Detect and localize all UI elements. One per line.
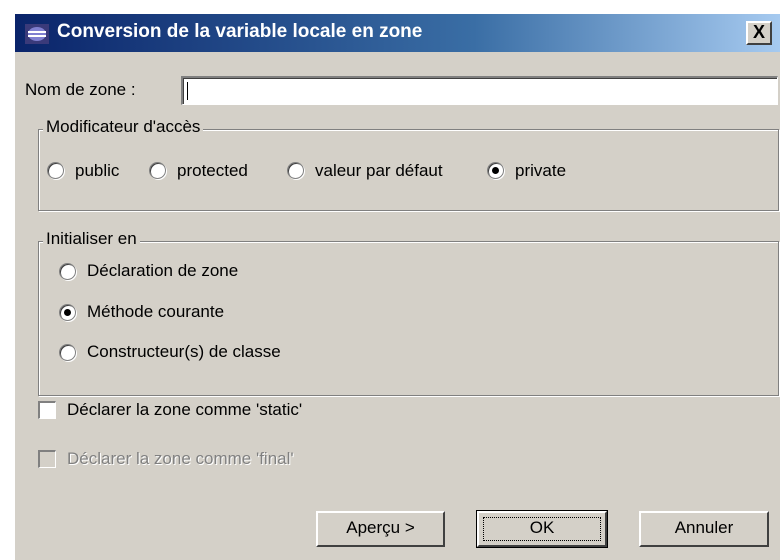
preview-button[interactable]: Aperçu >	[316, 511, 445, 547]
radio-protected[interactable]	[149, 162, 166, 179]
static-checkbox-label[interactable]: Déclarer la zone comme 'static'	[67, 400, 302, 420]
close-button[interactable]: X	[746, 21, 772, 45]
radio-private[interactable]	[487, 162, 504, 179]
initialize-group-label: Initialiser en	[43, 229, 140, 249]
static-checkbox[interactable]	[38, 401, 56, 419]
text-caret	[187, 82, 188, 100]
radio-field-declaration-label[interactable]: Déclaration de zone	[87, 261, 238, 281]
convert-local-variable-dialog: Conversion de la variable locale en zone…	[14, 13, 780, 560]
radio-class-constructors-label[interactable]: Constructeur(s) de classe	[87, 342, 281, 362]
radio-current-method[interactable]	[59, 304, 76, 321]
ok-button[interactable]: OK	[476, 510, 608, 548]
field-name-label: Nom de zone :	[25, 80, 136, 100]
ok-focus-rect	[483, 517, 601, 541]
field-name-label-text: Nom de zone :	[25, 80, 136, 99]
radio-default[interactable]	[287, 162, 304, 179]
final-checkbox-label: Déclarer la zone comme 'final'	[67, 449, 294, 468]
radio-current-method-selected-dot	[64, 309, 71, 316]
radio-public-label[interactable]: public	[75, 161, 119, 181]
eclipse-app-icon	[25, 24, 49, 44]
radio-public[interactable]	[47, 162, 64, 179]
radio-private-label[interactable]: private	[515, 161, 566, 181]
dialog-title: Conversion de la variable locale en zone	[57, 21, 423, 42]
radio-current-method-label[interactable]: Méthode courante	[87, 302, 224, 322]
final-checkbox	[38, 450, 56, 468]
radio-private-selected-dot	[492, 167, 499, 174]
field-name-input[interactable]	[181, 76, 778, 105]
radio-class-constructors[interactable]	[59, 344, 76, 361]
radio-default-label[interactable]: valeur par défaut	[315, 161, 443, 181]
cancel-button[interactable]: Annuler	[639, 511, 769, 547]
radio-field-declaration[interactable]	[59, 263, 76, 280]
access-modifier-group-label: Modificateur d'accès	[43, 117, 204, 137]
radio-protected-label[interactable]: protected	[177, 161, 248, 181]
title-bar: Conversion de la variable locale en zone…	[15, 14, 780, 52]
